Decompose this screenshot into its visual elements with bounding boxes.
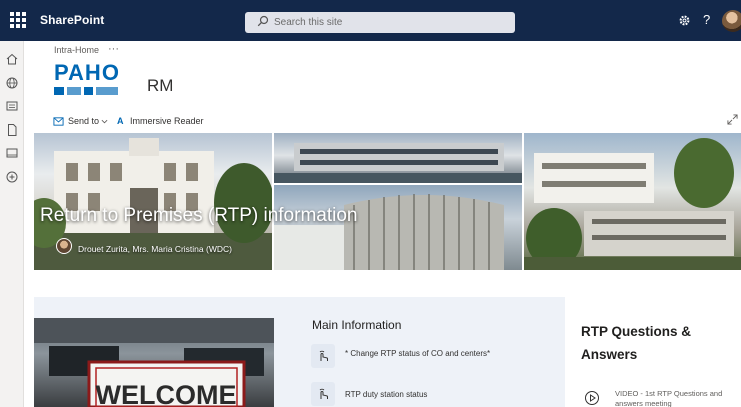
search-input[interactable]: Search this site: [274, 17, 342, 28]
send-to-button[interactable]: Send to: [68, 116, 99, 126]
welcome-photo: WELCOME: [34, 318, 274, 407]
help-icon[interactable]: ?: [703, 12, 710, 27]
add-icon[interactable]: [5, 170, 19, 184]
main-info-title: Main Information: [312, 318, 402, 332]
command-bar: Send to A Immersive Reader: [50, 112, 740, 132]
list-icon[interactable]: [5, 146, 19, 160]
home-icon[interactable]: [5, 52, 19, 66]
breadcrumb[interactable]: Intra-Home: [54, 45, 99, 55]
immersive-reader-button[interactable]: Immersive Reader: [130, 116, 204, 126]
logo-text: PAHO: [54, 60, 120, 85]
search-box[interactable]: Search this site: [245, 12, 515, 33]
immersive-reader-icon: A: [117, 116, 124, 126]
site-title: RM: [147, 76, 174, 95]
chevron-down-icon[interactable]: [101, 119, 108, 124]
welcome-sign-text: WELCOME: [96, 380, 237, 407]
news-icon[interactable]: [5, 99, 19, 113]
app-rail: [0, 41, 24, 407]
quick-link-label[interactable]: * Change RTP status of CO and centers*: [345, 348, 505, 359]
gear-icon[interactable]: [678, 14, 691, 27]
hero-title[interactable]: Return to Premises (RTP) information: [40, 205, 357, 227]
suite-bar: SharePoint Search this site ?: [0, 0, 741, 41]
qa-title: RTP Questions & Answers: [581, 324, 692, 362]
play-icon: [585, 391, 599, 405]
touch-icon: [311, 344, 335, 368]
search-icon: [257, 15, 269, 27]
paho-logo[interactable]: PAHO: [54, 62, 132, 100]
quick-link-label[interactable]: RTP duty station status: [345, 389, 505, 400]
author-avatar: [56, 238, 72, 254]
logo-emblem: [54, 87, 132, 95]
touch-icon: [311, 382, 335, 406]
avatar[interactable]: [722, 10, 741, 32]
sharepoint-brand[interactable]: SharePoint: [40, 13, 104, 27]
document-icon[interactable]: [5, 123, 19, 137]
hero-photo-rotunda: [274, 185, 522, 270]
hero-photo-offices: [274, 133, 522, 183]
send-icon: [53, 117, 64, 126]
qa-video-label[interactable]: VIDEO - 1st RTP Questions and answers me…: [615, 389, 725, 407]
globe-icon[interactable]: [5, 76, 19, 90]
expand-icon[interactable]: [727, 114, 738, 125]
qa-video-link[interactable]: VIDEO - 1st RTP Questions and answers me…: [581, 386, 741, 407]
breadcrumb-more-icon[interactable]: ···: [108, 43, 119, 55]
hero-author[interactable]: Drouet Zurita, Mrs. Maria Cristina (WDC): [78, 244, 232, 254]
hero-photo-campus: [524, 133, 741, 270]
app-launcher-icon[interactable]: [10, 12, 26, 28]
